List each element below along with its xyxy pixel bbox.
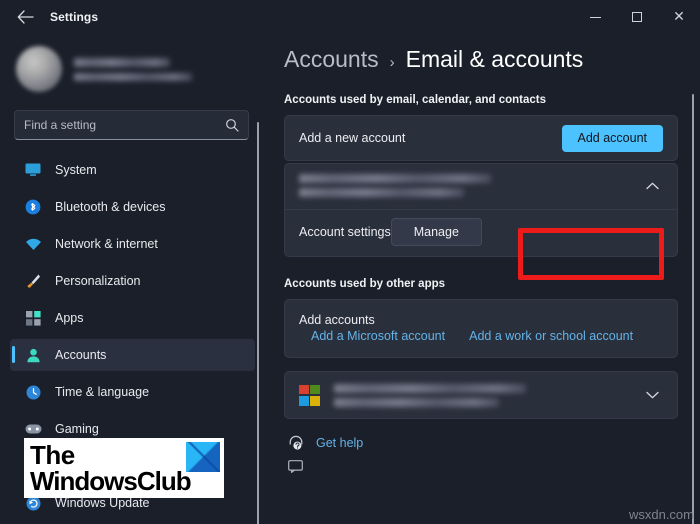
title-bar: Settings ✕ [0, 0, 700, 34]
sidebar-item-label: Apps [55, 311, 84, 325]
search-box[interactable] [14, 110, 249, 140]
back-arrow-icon [17, 10, 34, 24]
microsoft-logo-icon [299, 384, 320, 406]
chevron-down-icon[interactable] [641, 384, 663, 406]
person-icon [24, 346, 42, 364]
microsoft-account-name-blurred [334, 383, 526, 393]
avatar [16, 46, 62, 92]
account-entry-info [299, 174, 641, 197]
sidebar-item-label: Gaming [55, 422, 99, 436]
close-icon: ✕ [673, 9, 685, 25]
wifi-icon [24, 235, 42, 253]
section-title-other-apps: Accounts used by other apps [284, 278, 446, 290]
minimize-button[interactable] [574, 0, 616, 34]
sidebar-item-personalization[interactable]: Personalization [10, 265, 255, 297]
app-title: Settings [50, 10, 99, 24]
add-accounts-label: Add accounts [299, 313, 375, 327]
clock-icon [24, 383, 42, 401]
microsoft-account-detail-blurred [334, 397, 499, 407]
user-profile[interactable] [0, 36, 263, 98]
monitor-icon [24, 161, 42, 179]
watermark-site: wsxdn.com [628, 507, 694, 522]
get-help-link[interactable]: Get help [316, 436, 363, 450]
feedback-icon [288, 460, 303, 473]
sidebar-item-network-internet[interactable]: Network & internet [10, 228, 255, 260]
back-button[interactable] [10, 2, 40, 32]
headset-help-icon [288, 435, 304, 450]
microsoft-account-card[interactable] [284, 371, 678, 419]
minimize-icon [589, 16, 601, 18]
content-area: Accounts › Email & accounts Accounts use… [263, 34, 700, 524]
feedback-row[interactable] [284, 460, 678, 473]
maximize-icon [632, 12, 642, 22]
add-work-school-account-link[interactable]: Add a work or school account [469, 329, 633, 343]
paintbrush-icon [24, 272, 42, 290]
sidebar-item-accounts[interactable]: Accounts [10, 339, 255, 371]
watermark-logo: The WindowsClub [24, 438, 224, 498]
manage-button[interactable]: Manage [390, 218, 482, 246]
apps-icon [24, 309, 42, 327]
sidebar-item-bluetooth-devices[interactable]: Bluetooth & devices [10, 191, 255, 223]
gamepad-icon [24, 420, 42, 438]
account-entry-footer: Account settings Manage [285, 210, 677, 256]
sidebar-item-apps[interactable]: Apps [10, 302, 255, 334]
sidebar-item-system[interactable]: System [10, 154, 255, 186]
search-input[interactable] [24, 118, 225, 132]
add-accounts-card: Add accounts Add a Microsoft account Add… [284, 299, 678, 358]
content-scrollbar[interactable] [692, 94, 694, 524]
account-settings-label: Account settings [299, 225, 391, 239]
sidebar-item-label: Personalization [55, 274, 141, 288]
sidebar-item-time-language[interactable]: Time & language [10, 376, 255, 408]
add-new-account-card: Add a new account Add account [284, 115, 678, 161]
sidebar-item-label: Accounts [55, 348, 107, 362]
add-new-account-label: Add a new account [299, 131, 406, 145]
add-new-account-row: Add a new account Add account [285, 116, 677, 160]
breadcrumb-parent[interactable]: Accounts [284, 46, 379, 73]
add-accounts-links: Add a Microsoft account Add a work or sc… [285, 327, 677, 357]
profile-email-blurred [74, 72, 192, 81]
chevron-up-icon[interactable] [641, 175, 663, 197]
account-name-blurred [299, 174, 491, 183]
profile-text [74, 57, 192, 81]
breadcrumb-separator-icon: › [389, 54, 395, 71]
sidebar-item-label: Time & language [55, 385, 150, 399]
window-controls: ✕ [574, 0, 700, 34]
profile-name-blurred [74, 57, 170, 67]
sidebar-item-label: Windows Update [55, 496, 150, 510]
page-title: Email & accounts [405, 46, 584, 72]
close-button[interactable]: ✕ [658, 0, 700, 34]
watermark-mark-icon [186, 442, 220, 472]
sidebar-item-label: System [55, 163, 97, 177]
bluetooth-icon [24, 198, 42, 216]
search-icon [225, 118, 239, 132]
account-entry-header[interactable] [285, 164, 677, 209]
account-entry-card: Account settings Manage [284, 163, 678, 257]
maximize-button[interactable] [616, 0, 658, 34]
sidebar-scrollbar[interactable] [257, 122, 259, 524]
breadcrumb: Accounts › Email & accounts [284, 34, 678, 73]
section-title-email: Accounts used by email, calendar, and co… [284, 94, 547, 106]
settings-window: Settings ✕ Find a setting System Bluetoo… [0, 0, 700, 524]
sidebar-item-label: Network & internet [55, 237, 158, 251]
microsoft-account-info [334, 383, 641, 407]
add-account-button[interactable]: Add account [561, 124, 663, 152]
add-microsoft-account-link[interactable]: Add a Microsoft account [311, 329, 445, 343]
account-detail-blurred [299, 188, 464, 197]
sidebar-item-label: Bluetooth & devices [55, 200, 166, 214]
get-help-row[interactable]: Get help [284, 435, 678, 450]
